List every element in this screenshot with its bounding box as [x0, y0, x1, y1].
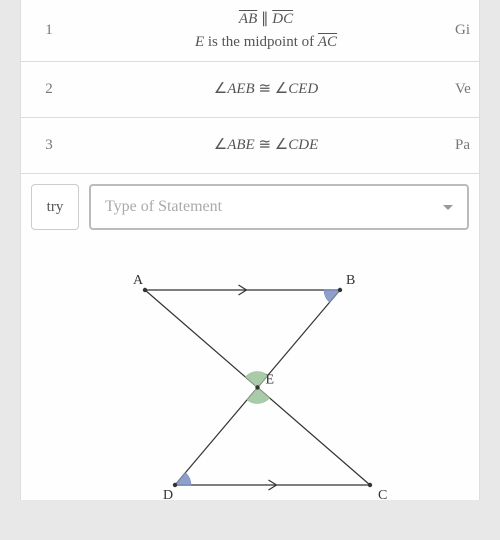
- table-row: 2 ∠AEB ≅ ∠CED Ve: [21, 62, 479, 118]
- statement-cell: ∠ABE ≅ ∠CDE: [77, 126, 455, 165]
- input-row: try Type of Statement: [21, 174, 479, 240]
- try-button[interactable]: try: [31, 184, 79, 230]
- step-number: 3: [21, 137, 77, 154]
- reason-cell: Pa: [455, 137, 479, 154]
- reason-cell: Gi: [455, 22, 479, 39]
- geometry-diagram: A B C D E: [21, 240, 479, 540]
- page-container: 1 AB ∥ DC E is the midpoint of AC Gi 2 ∠…: [20, 0, 480, 500]
- select-placeholder: Type of Statement: [105, 198, 222, 216]
- table-row: 3 ∠ABE ≅ ∠CDE Pa: [21, 118, 479, 174]
- statement-type-select[interactable]: Type of Statement: [89, 184, 469, 230]
- step-number: 1: [21, 22, 77, 39]
- reason-cell: Ve: [455, 81, 479, 98]
- table-row: 1 AB ∥ DC E is the midpoint of AC Gi: [21, 0, 479, 62]
- chevron-down-icon: [443, 205, 453, 210]
- svg-text:D: D: [163, 488, 173, 503]
- svg-text:C: C: [378, 488, 387, 503]
- diagram-svg: A B C D E: [50, 260, 450, 520]
- svg-text:E: E: [266, 373, 275, 388]
- statement-cell: AB ∥ DC E is the midpoint of AC: [77, 0, 455, 61]
- svg-text:B: B: [346, 273, 355, 288]
- svg-text:A: A: [133, 273, 144, 288]
- step-number: 2: [21, 81, 77, 98]
- statement-cell: ∠AEB ≅ ∠CED: [77, 70, 455, 109]
- proof-table: 1 AB ∥ DC E is the midpoint of AC Gi 2 ∠…: [21, 0, 479, 240]
